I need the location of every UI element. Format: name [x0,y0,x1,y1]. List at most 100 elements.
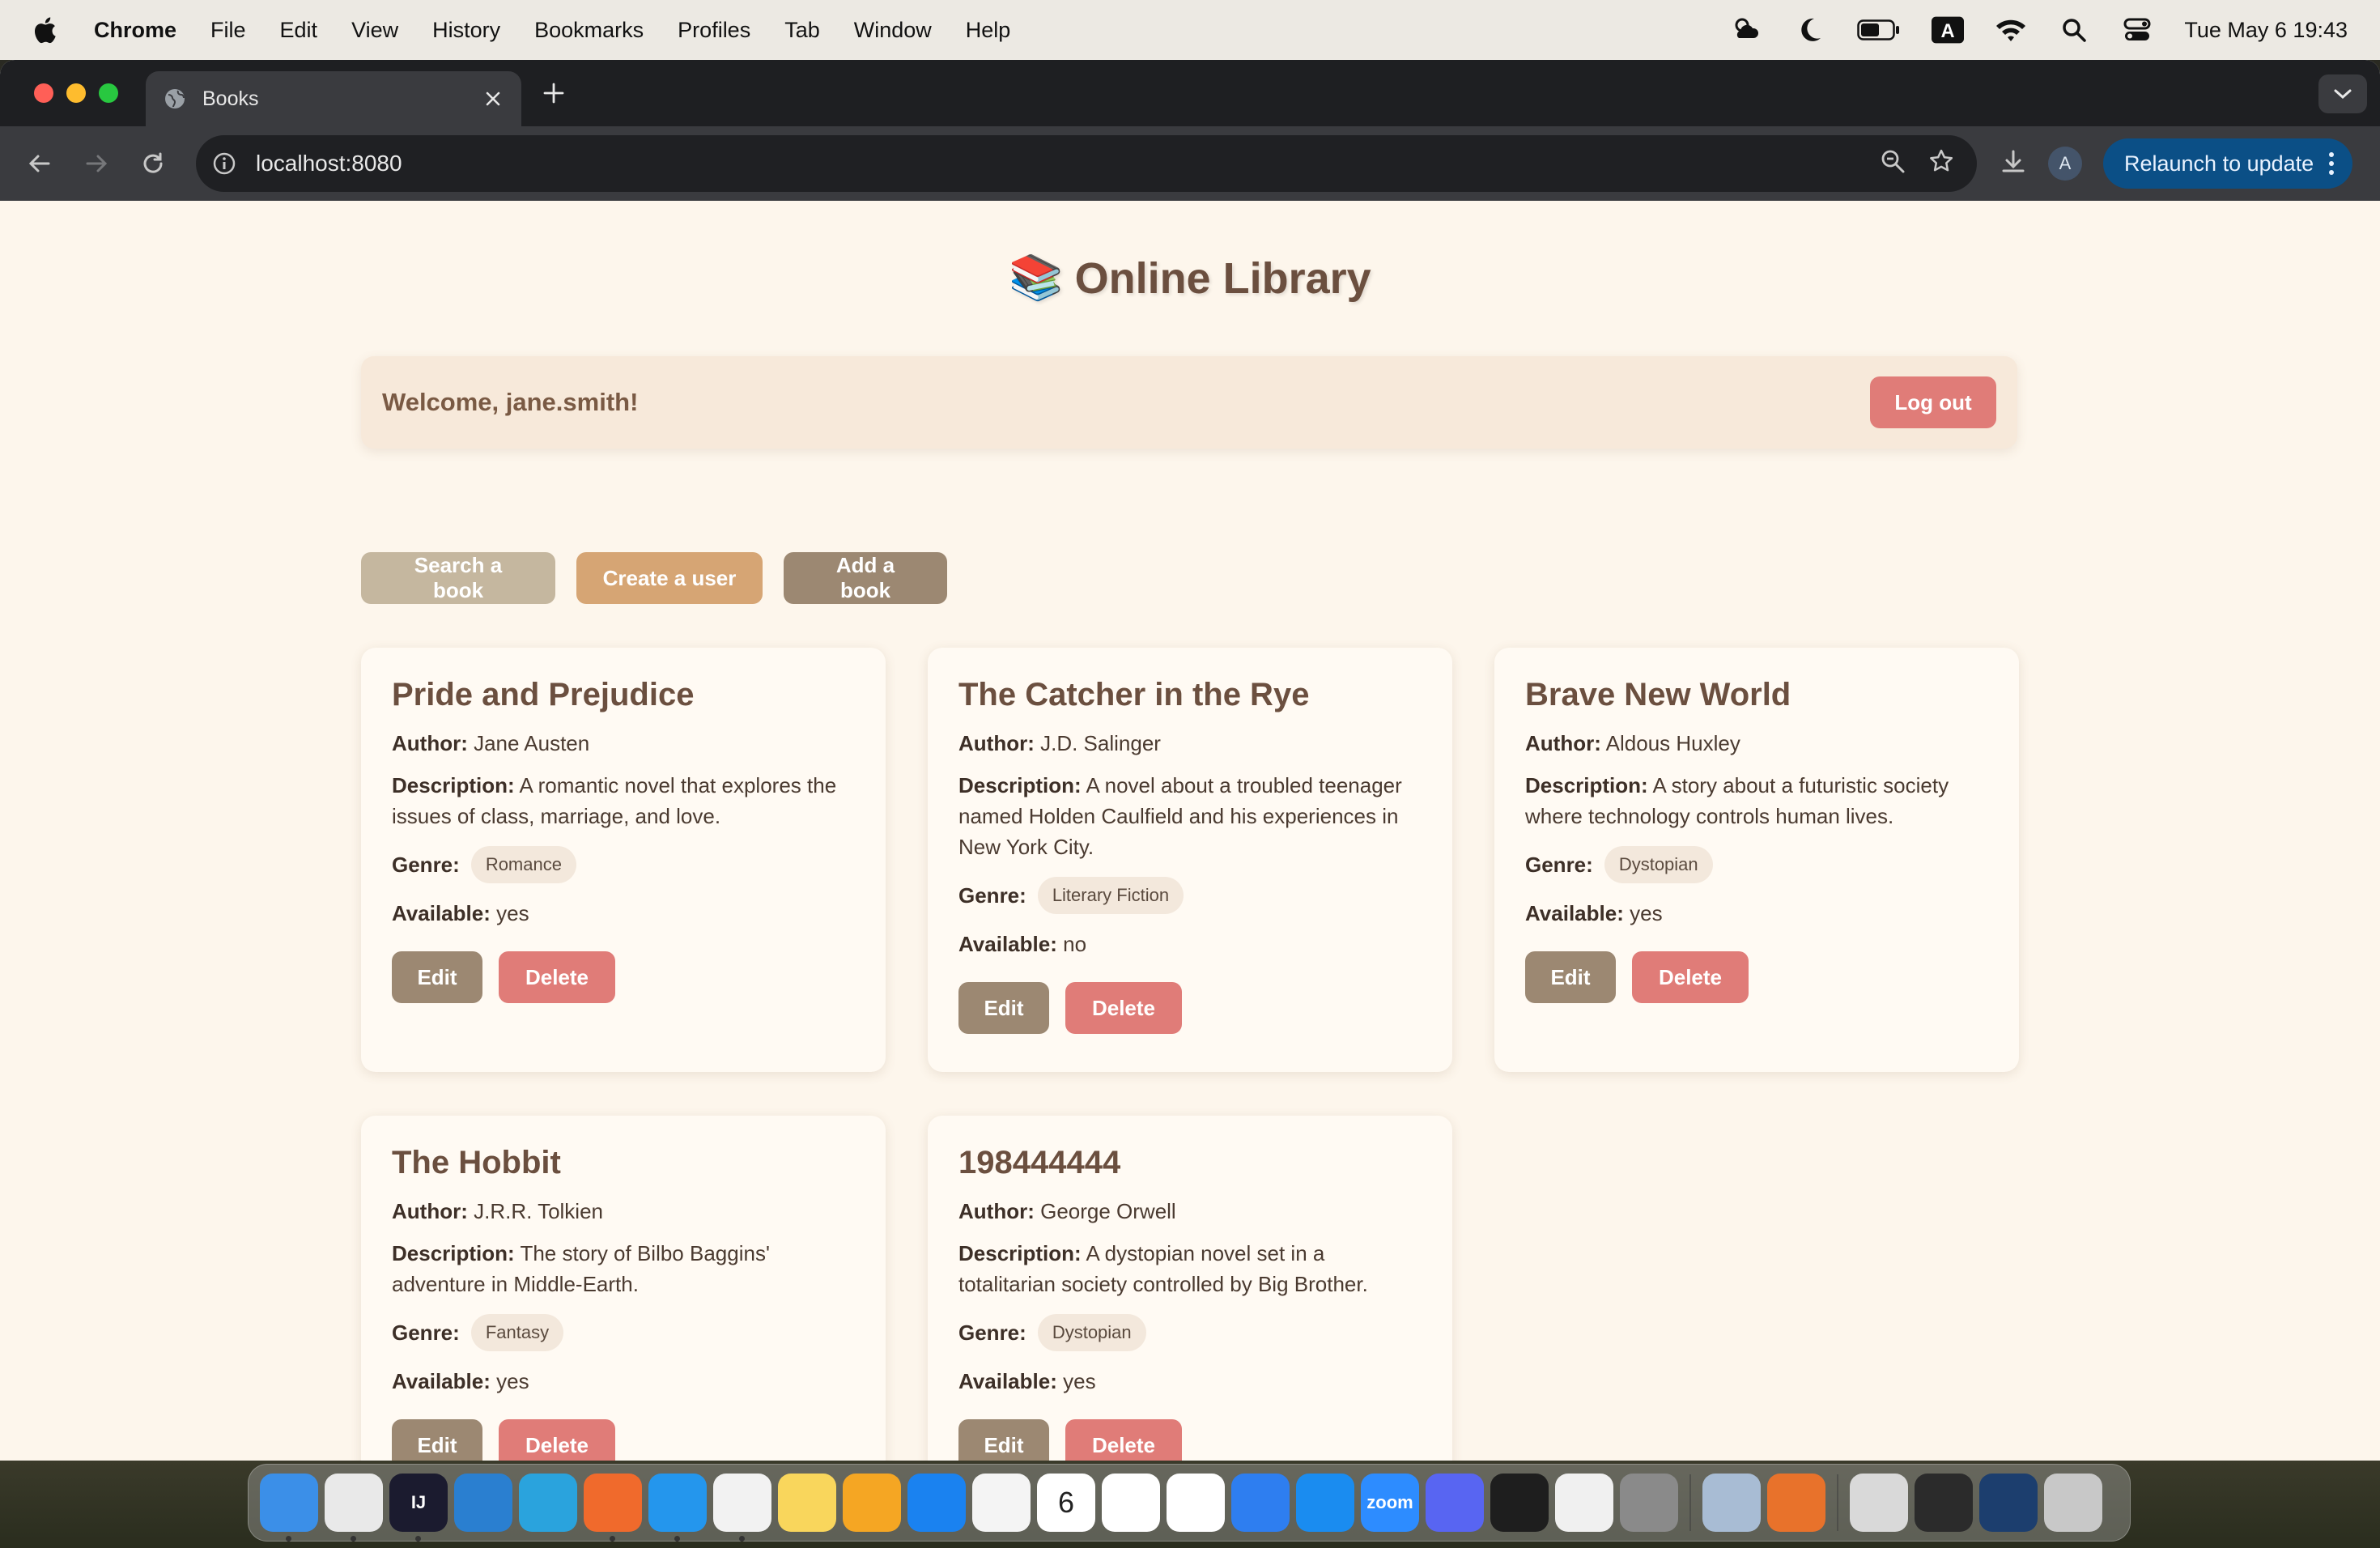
dock-zoom-icon[interactable]: zoom [1361,1474,1419,1532]
minimize-window-button[interactable] [66,83,86,103]
edit-button[interactable]: Edit [1525,951,1616,1003]
site-info-icon[interactable] [210,150,238,177]
dock-firefox-icon[interactable] [1767,1474,1825,1532]
dock-separator [1689,1474,1691,1531]
menu-file[interactable]: File [210,18,246,43]
profile-avatar[interactable]: A [2048,147,2082,181]
tab-books[interactable]: Books [146,71,521,126]
menu-view[interactable]: View [351,18,398,43]
dock-telegram-icon[interactable] [519,1474,577,1532]
menu-app-name[interactable]: Chrome [94,18,176,43]
menu-bar: Chrome File Edit View History Bookmarks … [0,0,2380,60]
do-not-disturb-icon[interactable] [1794,14,1826,46]
menu-profiles[interactable]: Profiles [678,18,750,43]
menu-tab[interactable]: Tab [784,18,820,43]
edit-button[interactable]: Edit [958,982,1049,1034]
dock-docker-icon[interactable] [648,1474,707,1542]
dock-reminders-icon[interactable] [1102,1474,1160,1532]
dock-recent-window-1-icon[interactable] [1915,1474,1973,1532]
back-button[interactable] [19,143,60,184]
available-value: yes [1630,901,1663,925]
running-indicator [674,1536,680,1542]
dock-tableplus-icon[interactable] [713,1474,771,1542]
dock-finder-icon[interactable] [260,1474,318,1542]
relaunch-to-update-button[interactable]: Relaunch to update [2103,138,2353,189]
reload-icon [143,152,163,173]
book-title: 198444444 [958,1145,1121,1180]
reload-button[interactable] [133,143,173,184]
forward-button[interactable] [76,143,117,184]
url-text[interactable]: localhost:8080 [256,151,1880,176]
globe-icon [164,87,186,110]
dock-calendar-icon[interactable]: 6 [1037,1474,1095,1532]
close-window-button[interactable] [34,83,53,103]
menu-edit[interactable]: Edit [280,18,318,43]
tab-strip: Books [0,60,2380,126]
close-tab-icon[interactable] [482,88,504,109]
spotlight-search-icon[interactable] [2058,14,2090,46]
browser-window: Books localhost:8080 A Relaunch to updat… [0,60,2380,1461]
dock-discord-icon[interactable] [1426,1474,1484,1532]
weather-icon[interactable] [1731,14,1763,46]
wifi-icon[interactable] [1995,14,2027,46]
dock-recent-window-2-icon[interactable] [1979,1474,2038,1532]
card-actions: Edit Delete [392,951,855,1003]
edit-button[interactable]: Edit [392,1419,482,1461]
menu-bar-clock[interactable]: Tue May 6 19:43 [2184,18,2348,43]
download-icon[interactable] [2000,148,2027,180]
add-book-button[interactable]: Add a book [784,552,947,604]
battery-icon[interactable] [1857,14,1901,46]
input-source-icon[interactable]: A [1932,14,1965,46]
dock-freeform-icon[interactable] [1167,1474,1225,1532]
dock-photos-icon[interactable] [972,1474,1031,1532]
delete-button[interactable]: Delete [499,951,615,1003]
menu-history[interactable]: History [432,18,500,43]
dock-textedit-icon[interactable] [1555,1474,1613,1532]
dock-chrome-icon[interactable] [325,1474,383,1542]
browser-toolbar: localhost:8080 A Relaunch to update [0,126,2380,201]
dock-postman-icon[interactable] [584,1474,642,1542]
bookmark-star-icon[interactable] [1928,148,1954,180]
delete-button[interactable]: Delete [1065,982,1182,1034]
welcome-banner: Welcome, jane.smith! Log out [361,356,2017,449]
address-bar[interactable]: localhost:8080 [196,135,1977,192]
control-center-icon[interactable] [2121,14,2153,46]
genre-chip: Literary Fiction [1037,877,1184,914]
delete-button[interactable]: Delete [1065,1419,1182,1461]
zoom-icon[interactable] [1880,148,1906,180]
dock-terminal-icon[interactable] [1490,1474,1549,1532]
dock-launchpad-folder-icon[interactable] [1850,1474,1908,1532]
delete-button[interactable]: Delete [499,1419,615,1461]
arrow-right-icon [86,155,108,172]
menu-window[interactable]: Window [854,18,932,43]
available-label: Available: [1525,901,1624,925]
new-tab-icon[interactable] [538,77,570,109]
edit-button[interactable]: Edit [392,951,482,1003]
delete-button[interactable]: Delete [1632,951,1749,1003]
dock-preview-icon[interactable] [1702,1474,1761,1532]
create-user-button[interactable]: Create a user [576,552,763,604]
edit-button[interactable]: Edit [958,1419,1049,1461]
dock-notes-icon[interactable] [778,1474,836,1532]
search-book-button[interactable]: Search a book [361,552,555,604]
dock-safari-icon[interactable] [907,1474,966,1532]
dock-vscode-icon[interactable] [454,1474,512,1532]
logout-button[interactable]: Log out [1870,376,1996,428]
dock-keynote-icon[interactable] [1231,1474,1290,1532]
dock-icon-label: zoom [1366,1492,1413,1512]
dock-pages-icon[interactable] [843,1474,901,1532]
zoom-window-button[interactable] [99,83,118,103]
book-description: Description: A story about a futuristic … [1525,770,1988,831]
menu-bookmarks[interactable]: Bookmarks [534,18,644,43]
dock-app-store-icon[interactable] [1296,1474,1354,1532]
description-label: Description: [958,1241,1082,1265]
menu-help[interactable]: Help [966,18,1011,43]
tab-search-button[interactable] [2318,74,2367,113]
apple-icon[interactable] [32,15,57,45]
genre-label: Genre: [392,1320,460,1345]
dock-intellij-icon[interactable]: IJ [389,1474,448,1542]
book-availability: Available: no [958,929,1422,959]
dock-trash-icon[interactable] [2044,1474,2102,1532]
author-value: J.D. Salinger [1040,731,1161,755]
dock-system-settings-icon[interactable] [1620,1474,1678,1532]
